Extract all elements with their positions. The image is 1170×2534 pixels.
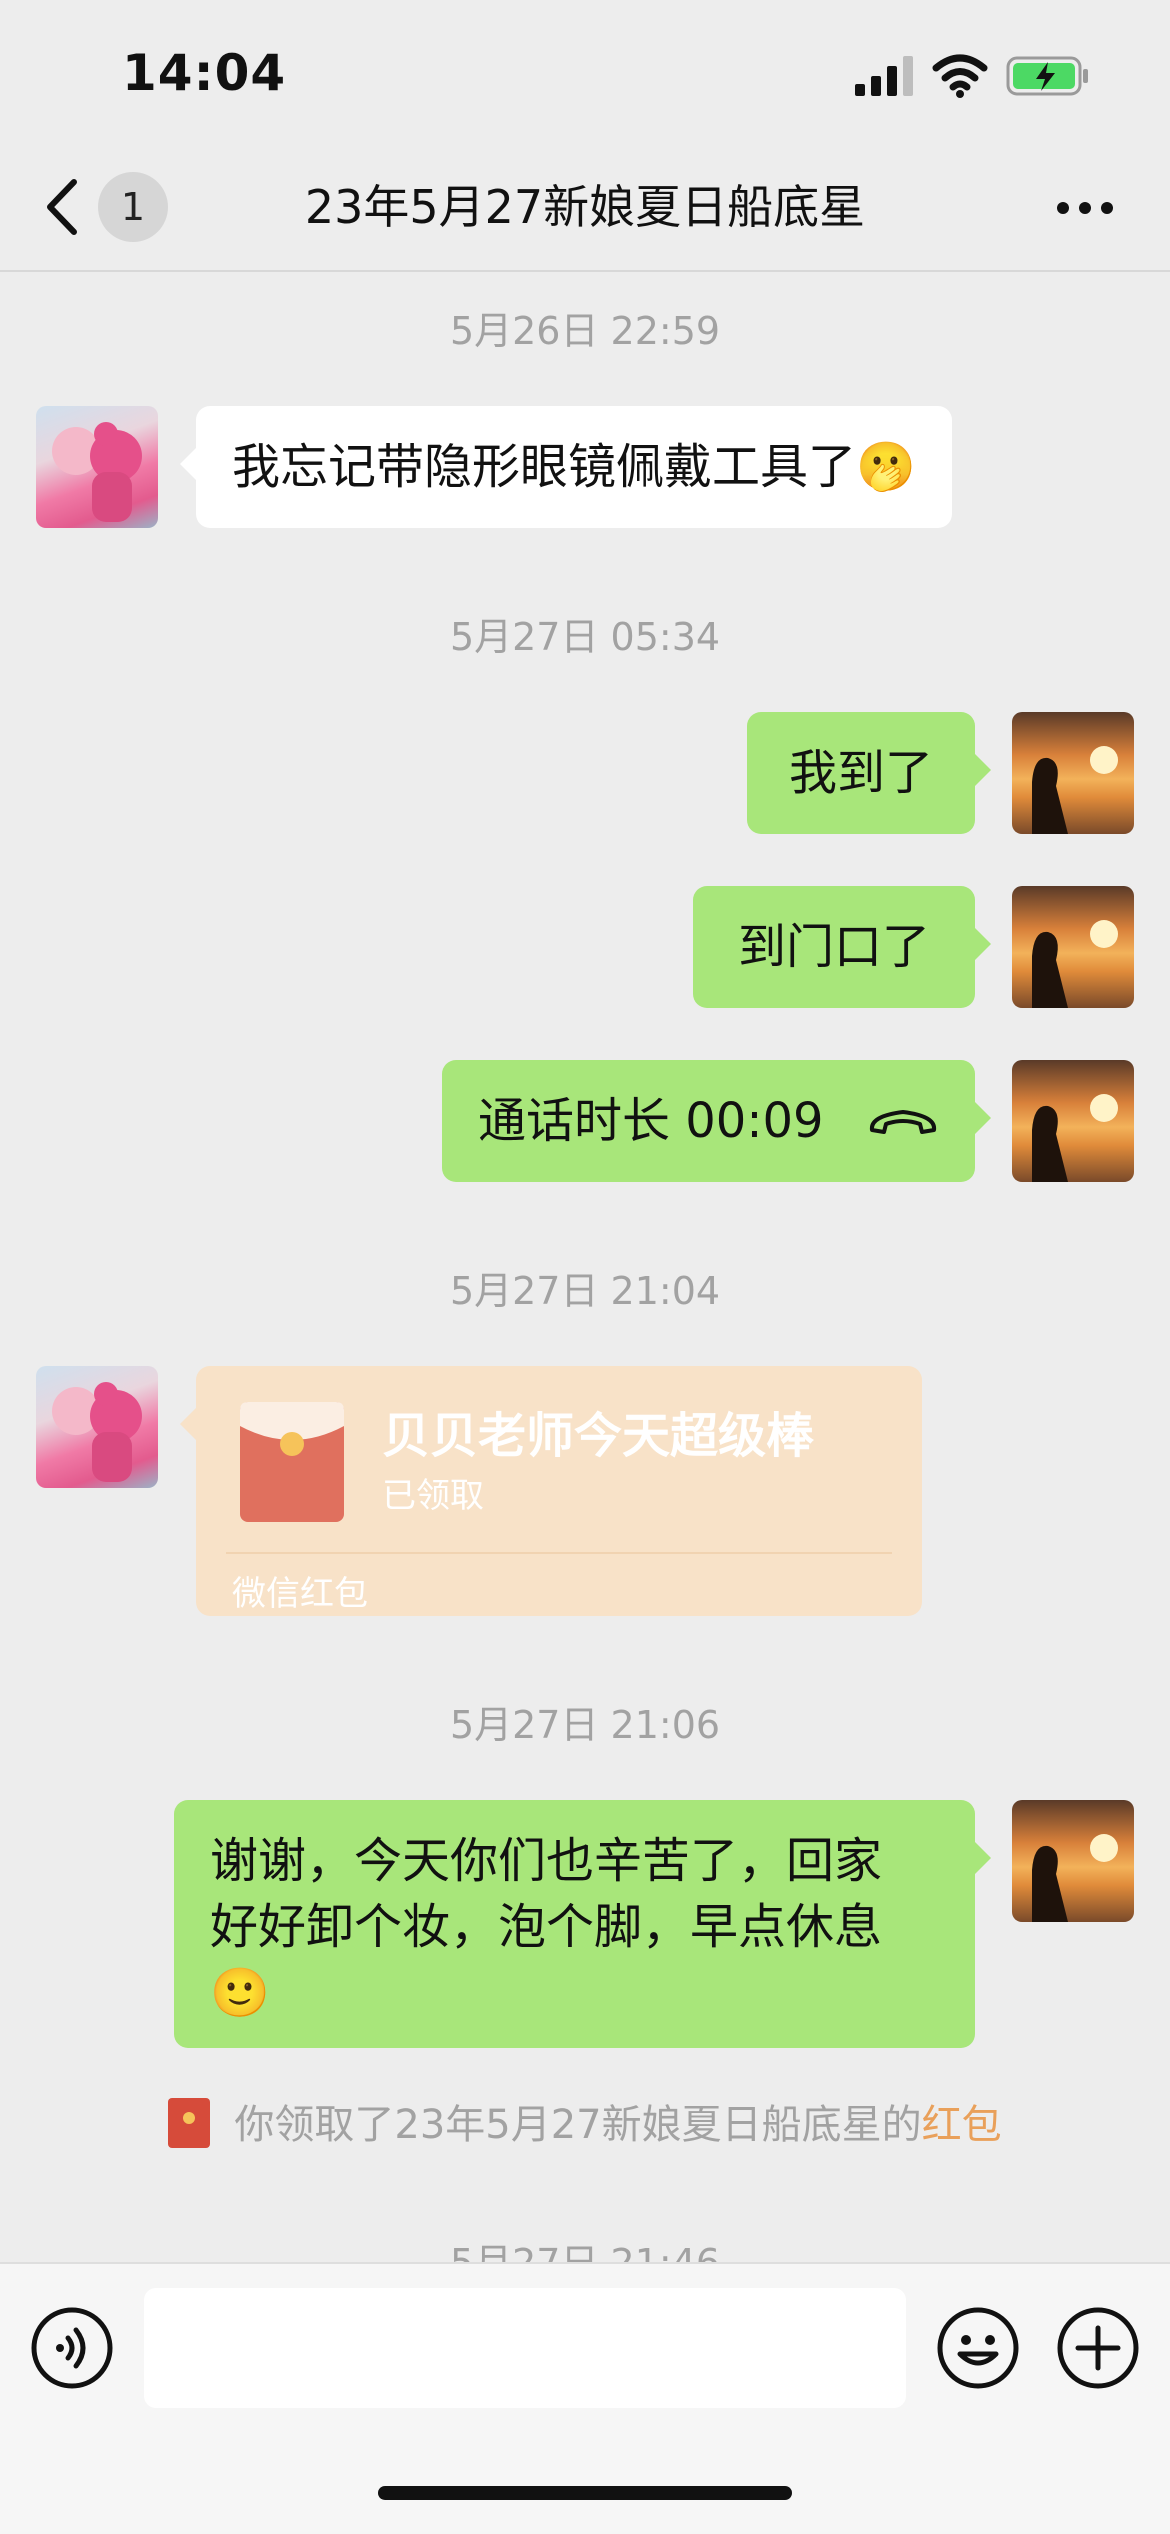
phone-hangup-icon (869, 1110, 937, 1134)
avatar-image (1032, 920, 1118, 1008)
plus-icon[interactable] (1056, 2306, 1140, 2390)
avatar[interactable] (36, 1366, 158, 1488)
timestamp: 5月26日 22:59 (449, 309, 721, 353)
cellular-signal-icon (855, 56, 913, 96)
call-record-bubble[interactable]: 通话时长 00:09 (442, 1060, 991, 1182)
red-packet-link[interactable]: 红包 (922, 2102, 1002, 2148)
chat-title: 23年5月27新娘夏日船底星 (304, 180, 866, 234)
red-packet-icon (168, 2098, 211, 2148)
status-time: 14:04 (122, 44, 287, 102)
avatar[interactable] (36, 406, 158, 528)
message-bubble-received[interactable]: 我忘记带隐形眼镜佩戴工具了🫢 (180, 406, 952, 528)
message-bubble-sent[interactable]: 到门口了 (693, 886, 991, 1008)
unread-count-badge[interactable]: 1 (98, 172, 168, 242)
wifi-icon (932, 54, 988, 98)
home-indicator[interactable] (378, 2486, 792, 2500)
call-duration-text: 通话时长 00:09 (478, 1093, 824, 1149)
message-input[interactable] (144, 2288, 906, 2408)
avatar[interactable] (1012, 712, 1134, 834)
timestamp: 5月27日 21:04 (449, 1269, 721, 1313)
avatar[interactable] (1012, 1800, 1134, 1922)
status-bar: 14:04 (0, 0, 1170, 150)
battery-charging-icon (1006, 56, 1088, 96)
system-notice: 你领取了23年5月27新娘夏日船底星的红包 (0, 2092, 1170, 2148)
system-notice-text: 你领取了23年5月27新娘夏日船底星的 (234, 2102, 922, 2148)
more-icon[interactable] (1055, 198, 1115, 218)
avatar[interactable] (1012, 1060, 1134, 1182)
chat-header: 1 23年5月27新娘夏日船底星 (0, 150, 1170, 272)
red-packet-icon (240, 1402, 344, 1522)
avatar-image (1032, 1834, 1118, 1922)
red-packet-status: 已领取 (382, 1476, 484, 1516)
red-packet-title: 贝贝老师今天超级棒 (382, 1408, 815, 1464)
emoji-icon[interactable] (936, 2306, 1020, 2390)
message-bubble-sent[interactable]: 我到了 (747, 712, 991, 834)
red-packet-footer: 微信红包 (232, 1574, 368, 1614)
avatar-image (52, 422, 142, 522)
smile-emoji: 🙂 (210, 1965, 270, 2021)
avatar-image (1032, 746, 1118, 834)
back-chevron-icon[interactable] (42, 176, 82, 238)
avatar-image (1032, 1094, 1118, 1182)
message-text-line: 谢谢，今天你们也辛苦了，回家 (210, 1833, 883, 1889)
red-packet-card[interactable]: 贝贝老师今天超级棒 已领取 微信红包 (180, 1366, 922, 1616)
voice-icon[interactable] (30, 2306, 114, 2390)
divider (226, 1552, 892, 1554)
timestamp: 5月27日 21:06 (449, 1703, 721, 1747)
timestamp: 5月27日 21:46 (0, 2232, 1170, 2262)
avatar[interactable] (1012, 886, 1134, 1008)
avatar-image (52, 1382, 142, 1482)
message-bubble-sent[interactable]: 谢谢，今天你们也辛苦了，回家 好好卸个妆，泡个脚，早点休息 🙂 (174, 1800, 991, 2048)
message-text-line: 好好卸个妆，泡个脚，早点休息 (210, 1899, 883, 1955)
timestamp: 5月27日 05:34 (449, 615, 721, 659)
